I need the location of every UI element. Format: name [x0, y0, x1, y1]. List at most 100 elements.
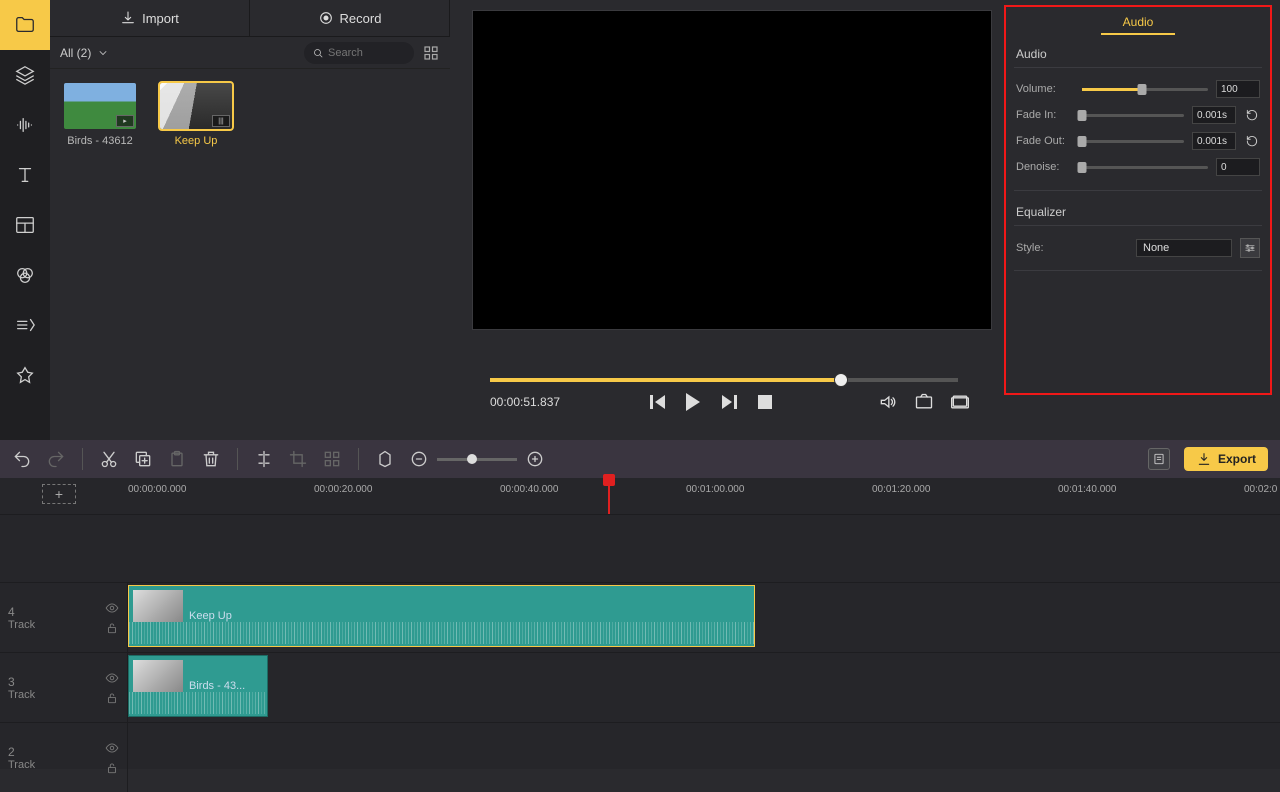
fadein-slider[interactable]: [1082, 114, 1184, 117]
denoise-value[interactable]: [1216, 158, 1260, 176]
preview-canvas[interactable]: [472, 10, 992, 330]
add-track-button[interactable]: +: [42, 484, 76, 504]
clip-item[interactable]: ||| Keep Up: [160, 83, 232, 147]
track-number: 2: [8, 745, 35, 759]
prev-frame-button[interactable]: [647, 392, 667, 412]
clip-item[interactable]: ▸ Birds - 43612: [64, 83, 136, 147]
fadein-value[interactable]: [1192, 106, 1236, 124]
seek-knob[interactable]: [834, 373, 848, 387]
denoise-control: Denoise:: [1006, 154, 1270, 180]
volume-value[interactable]: [1216, 80, 1260, 98]
search-icon: [312, 47, 324, 59]
denoise-slider[interactable]: [1082, 166, 1208, 169]
mosaic-button[interactable]: [322, 449, 342, 469]
track-header[interactable]: 4Track: [0, 583, 128, 652]
next-frame-button[interactable]: [719, 392, 739, 412]
paste-button[interactable]: [167, 449, 187, 469]
tracks-container: 4TrackKeep Up3TrackBirds - 43...2Track: [0, 514, 1280, 769]
clip-grid: ▸ Birds - 43612 ||| Keep Up: [50, 69, 450, 161]
cut-button[interactable]: [99, 449, 119, 469]
audio-panel-tab-label: Audio: [1123, 15, 1154, 29]
fadeout-reset-icon[interactable]: [1244, 133, 1260, 149]
clip-thumb: [133, 590, 183, 622]
visibility-icon[interactable]: [105, 741, 119, 755]
preview-pane: 00:00:51.837: [460, 0, 1000, 440]
zoom-slider[interactable]: [437, 458, 517, 461]
browser-toolbar: All (2): [50, 37, 450, 69]
zoom-thumb[interactable]: [467, 454, 477, 464]
timeline-ruler[interactable]: + 00:00:00.00000:00:20.00000:00:40.00000…: [0, 478, 1280, 514]
stop-button[interactable]: [755, 392, 775, 412]
audio-badge-icon: |||: [212, 115, 230, 127]
copy-button[interactable]: [133, 449, 153, 469]
fadein-reset-icon[interactable]: [1244, 107, 1260, 123]
layout-icon[interactable]: [0, 200, 50, 250]
grid-view-icon[interactable]: [422, 44, 440, 62]
export-button[interactable]: Export: [1184, 447, 1268, 471]
visibility-icon[interactable]: [105, 601, 119, 615]
delete-button[interactable]: [201, 449, 221, 469]
clip-waveform: [129, 692, 267, 714]
filter-dropdown[interactable]: All (2): [60, 46, 160, 60]
fadeout-control: Fade Out:: [1006, 128, 1270, 154]
media-tab-icon[interactable]: [0, 0, 50, 50]
eq-style-label: Style:: [1016, 242, 1074, 254]
record-tab[interactable]: Record: [250, 0, 450, 36]
clip-label: Birds - 43612: [64, 135, 136, 147]
redo-button[interactable]: [46, 449, 66, 469]
volume-icon[interactable]: [878, 392, 898, 412]
timeline-clip[interactable]: Birds - 43...: [128, 655, 268, 717]
fadeout-slider[interactable]: [1082, 140, 1184, 143]
eq-settings-icon[interactable]: [1240, 238, 1260, 258]
eq-style-select[interactable]: None: [1136, 239, 1232, 257]
track-header[interactable]: 2Track: [0, 723, 128, 792]
zoom-out-button[interactable]: [409, 449, 429, 469]
track-header[interactable]: 3Track: [0, 653, 128, 722]
text-icon[interactable]: [0, 150, 50, 200]
ruler-tick: 00:01:20.000: [872, 484, 930, 495]
track-row: 4Track Keep Up: [0, 582, 1280, 652]
lock-icon[interactable]: [105, 621, 119, 635]
volume-slider[interactable]: [1082, 88, 1208, 91]
track-body[interactable]: [128, 723, 1280, 792]
ruler-tick: 00:02:0: [1244, 484, 1277, 495]
timeline-clip[interactable]: Keep Up: [128, 585, 755, 647]
seek-bar[interactable]: [490, 378, 958, 382]
lock-icon[interactable]: [105, 691, 119, 705]
fadein-control: Fade In:: [1006, 102, 1270, 128]
filters-icon[interactable]: [0, 250, 50, 300]
timecode: 00:00:51.837: [490, 395, 560, 409]
track-body[interactable]: Birds - 43...: [128, 653, 1280, 722]
volume-label: Volume:: [1016, 83, 1074, 95]
marker-button[interactable]: [375, 449, 395, 469]
crop-button[interactable]: [288, 449, 308, 469]
eq-style-control: Style: None: [1006, 234, 1270, 262]
layers-icon[interactable]: [0, 50, 50, 100]
clip-name: Keep Up: [189, 610, 232, 622]
track-body[interactable]: Keep Up: [128, 583, 1280, 652]
clip-thumbnail: |||: [160, 83, 232, 129]
ruler-tick: 00:01:00.000: [686, 484, 744, 495]
ruler-tick: 00:00:00.000: [128, 484, 186, 495]
render-settings-icon[interactable]: [1148, 448, 1170, 470]
fullscreen-icon[interactable]: [950, 392, 970, 412]
search-input-wrap[interactable]: [304, 42, 414, 64]
snapshot-icon[interactable]: [914, 392, 934, 412]
play-button[interactable]: [683, 392, 703, 412]
search-input[interactable]: [328, 47, 398, 59]
ruler-tick: 00:01:40.000: [1058, 484, 1116, 495]
visibility-icon[interactable]: [105, 671, 119, 685]
transitions-icon[interactable]: [0, 300, 50, 350]
audio-panel-tab[interactable]: Audio: [1006, 7, 1270, 41]
split-button[interactable]: [254, 449, 274, 469]
audio-wave-icon[interactable]: [0, 100, 50, 150]
video-badge-icon: ▸: [116, 115, 134, 127]
zoom-in-button[interactable]: [525, 449, 545, 469]
undo-button[interactable]: [12, 449, 32, 469]
source-tabs: Import Record: [50, 0, 450, 37]
elements-icon[interactable]: [0, 350, 50, 400]
track-spacer: [0, 514, 1280, 582]
fadeout-value[interactable]: [1192, 132, 1236, 150]
lock-icon[interactable]: [105, 761, 119, 775]
import-tab[interactable]: Import: [50, 0, 250, 36]
